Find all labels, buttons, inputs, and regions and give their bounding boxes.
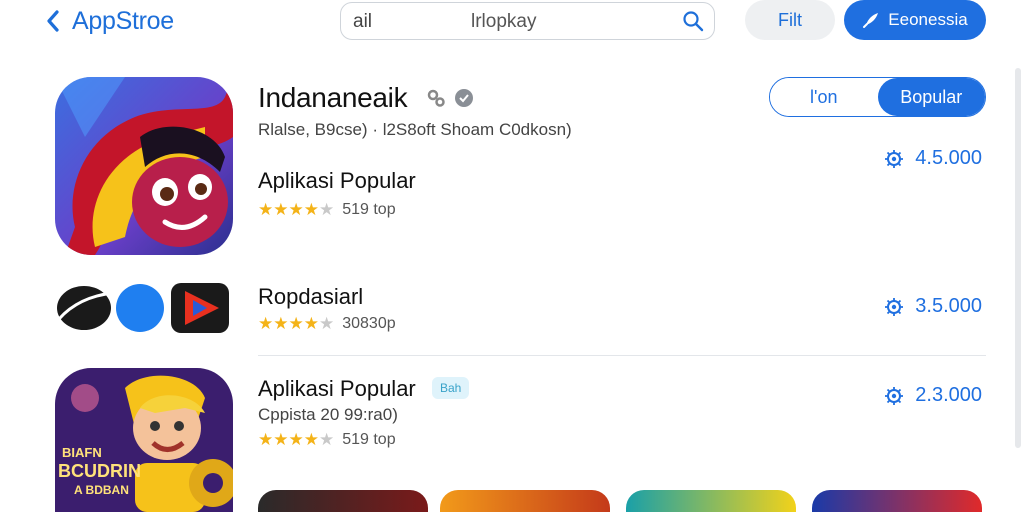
price-label: 3.5.000	[915, 295, 982, 317]
divider	[258, 355, 986, 356]
app-rating: ★★★★★ 519 top	[258, 430, 396, 450]
verified-icon	[454, 88, 474, 108]
game-icon-line2: BCUDRIN	[58, 461, 141, 481]
title-icons	[426, 88, 474, 108]
app-name[interactable]: Aplikasi Popular	[258, 376, 416, 402]
app-name[interactable]: Aplikasi Popular	[258, 168, 416, 194]
featured-app-title: Indananeaik	[258, 82, 408, 113]
segment-popular[interactable]: Bopular	[877, 78, 985, 116]
star-rating-icon: ★★★★★	[258, 430, 335, 449]
search-placeholder: lrlopkay	[471, 11, 537, 32]
rating-count: 30830p	[342, 315, 396, 332]
price-gear-icon	[885, 386, 904, 405]
game-icon-line1: BIAFN	[62, 445, 102, 460]
star-rating-icon: ★★★★★	[258, 200, 335, 219]
price-gear-icon	[885, 297, 904, 316]
app-icon-blue-circle[interactable]	[113, 283, 171, 333]
primary-button[interactable]: Eeonessia	[844, 0, 986, 40]
chevron-left-icon	[47, 10, 59, 32]
game-icon-line3: A BDBAN	[74, 483, 129, 497]
segmented-control: l'on Bopular	[769, 77, 986, 117]
app-badge: Bah	[432, 377, 470, 399]
star-rating-icon: ★★★★★	[258, 314, 335, 333]
thumbnail-3[interactable]	[626, 490, 796, 512]
price-label: 2.3.000	[915, 384, 982, 406]
app-rating: ★★★★★ 30830p	[258, 314, 396, 334]
search-value: ail	[353, 11, 373, 32]
thumbnail-4[interactable]	[812, 490, 982, 512]
rocket-icon	[863, 13, 879, 28]
scrollbar[interactable]	[1015, 68, 1021, 448]
price-button[interactable]: 3.5.000	[885, 295, 982, 318]
gear-icon	[426, 88, 446, 108]
filter-button[interactable]: Filt	[745, 0, 835, 40]
price-button[interactable]: 2.3.000	[885, 384, 982, 407]
rating-count: 519 top	[342, 431, 396, 448]
featured-subtitle: Rlalse, B9cse) · l2S8oft Shoam C0dkosn)	[258, 120, 572, 139]
thumbnail-2[interactable]	[440, 490, 610, 512]
app-name[interactable]: Ropdasiarl	[258, 284, 363, 310]
app-icon-play[interactable]	[171, 283, 229, 333]
back-label: AppStroe	[72, 6, 174, 35]
primary-label: Eeonessia	[888, 10, 968, 29]
search-icon[interactable]	[682, 10, 704, 32]
segment-left[interactable]: l'on	[770, 78, 878, 116]
price-button[interactable]: 4.5.000	[885, 147, 982, 170]
search-input[interactable]: ail lrlopkay	[340, 2, 715, 40]
app-icon-dark-planet[interactable]	[55, 283, 114, 333]
app-rating: ★★★★★ 519 top	[258, 200, 396, 220]
app-subtitle: Cppista 20 99:ra0)	[258, 405, 398, 424]
top-bar: AppStroe ail lrlopkay Filt Eeonessia	[0, 0, 1024, 44]
price-label: 4.5.000	[915, 147, 982, 169]
rating-count: 519 top	[342, 201, 396, 218]
featured-app-icon[interactable]	[55, 77, 233, 255]
price-gear-icon	[885, 149, 904, 168]
thumbnail-1[interactable]	[258, 490, 428, 512]
back-button[interactable]: AppStroe	[46, 4, 174, 38]
